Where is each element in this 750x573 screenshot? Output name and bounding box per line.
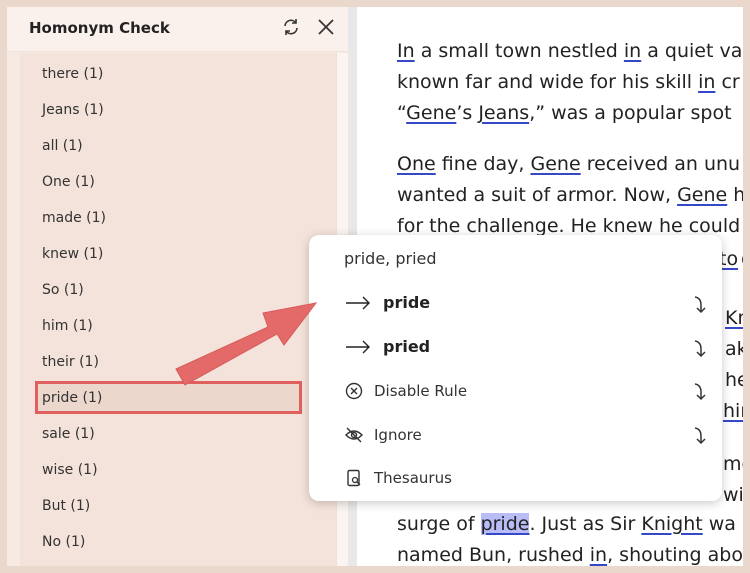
doc-line: surge of pride. Just as Sir Knight wa [397,513,736,535]
disable-rule-button[interactable]: Disable Rule [309,372,722,412]
apply-icon[interactable] [692,426,710,446]
doc-line: known far and wide for his skill in cr [397,71,740,93]
suggestion-pried[interactable]: pried [309,329,722,369]
doc-fragment: wi [723,484,743,506]
suggestion-popup: pride, pried pride pried Disable Rule Ig… [309,235,722,501]
thesaurus-button[interactable]: Thesaurus [309,459,722,499]
popup-title: pride, pried [344,249,437,268]
doc-fragment: hin [723,400,743,422]
list-item[interactable]: their (1) [42,348,312,376]
doc-line: “Gene’s Jeans,” was a popular spot [397,102,732,124]
doc-fragment: mo [723,453,743,475]
doc-fragment: he [725,369,743,391]
highlighted-word: pride [480,513,530,535]
thesaurus-label: Thesaurus [374,469,452,487]
list-item[interactable]: Jeans (1) [42,96,312,124]
doc-line: One fine day, Gene received an unu [397,153,741,175]
suggestion-label: pride [383,293,431,312]
list-item[interactable]: knew (1) [42,240,312,268]
sidebar-title: Homonym Check [29,19,170,37]
list-item[interactable]: One (1) [42,168,312,196]
list-item[interactable]: all (1) [42,132,312,160]
list-item[interactable]: sale (1) [42,420,312,448]
thesaurus-icon [347,469,361,487]
doc-fragment: g [741,245,743,273]
doc-line: In a small town nestled in a quiet va [397,40,743,62]
suggestion-pride[interactable]: pride [309,285,722,325]
list-item[interactable]: him (1) [42,312,312,340]
refresh-icon[interactable] [280,16,302,38]
apply-icon[interactable] [692,339,710,359]
ignore-label: Ignore [374,426,422,444]
suggestion-label: pried [383,337,431,356]
doc-line: wanted a suit of armor. Now, Gene h [397,184,743,206]
app-window: Homonym Check there (1) Jeans (1) all (1… [7,7,743,566]
homonym-list [20,53,336,566]
homonym-sidebar: Homonym Check there (1) Jeans (1) all (1… [7,7,357,566]
close-icon[interactable] [315,16,337,38]
list-item[interactable]: So (1) [42,276,312,304]
apply-icon[interactable] [692,382,710,402]
list-item[interactable]: wise (1) [42,456,312,484]
list-item[interactable]: there (1) [42,60,312,88]
eye-off-icon [345,427,363,443]
disable-icon [345,382,363,400]
doc-line: named Bun, rushed in, shouting abo [397,544,743,566]
list-item[interactable]: made (1) [42,204,312,232]
disable-rule-label: Disable Rule [374,382,468,400]
list-item[interactable]: But (1) [42,492,312,520]
doc-fragment: Kn [725,307,743,329]
sidebar-header: Homonym Check [7,7,357,52]
apply-icon[interactable] [692,295,710,315]
doc-fragment: ake [725,338,743,360]
arrow-right-icon [346,296,370,310]
ignore-button[interactable]: Ignore [309,416,722,456]
arrow-right-icon [346,340,370,354]
list-item[interactable]: No (1) [42,528,312,556]
list-item-selected[interactable]: pride (1) [42,384,312,412]
